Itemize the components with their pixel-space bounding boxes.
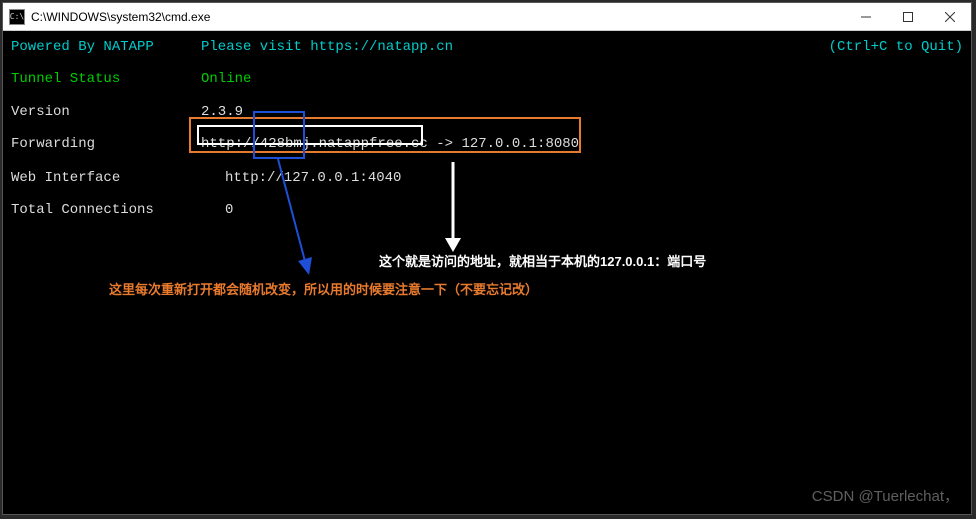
cmd-icon: C:\	[9, 9, 25, 25]
annotation-white-text: 这个就是访问的地址，就相当于本机的127.0.0.1：端口号	[379, 253, 706, 272]
label-forwarding: Forwarding	[11, 134, 201, 154]
row-powered: Powered By NATAPP Please visit https://n…	[11, 37, 963, 57]
annotation-orange-text: 这里每次重新打开都会随机改变，所以用的时候要注意一下（不要忘记改）	[109, 281, 538, 300]
close-button[interactable]	[929, 3, 971, 31]
title-bar[interactable]: C:\ C:\WINDOWS\system32\cmd.exe	[3, 3, 971, 31]
value-version: 2.3.9	[201, 102, 243, 122]
row-version: Version 2.3.9	[11, 102, 963, 122]
label-status: Tunnel Status	[11, 69, 201, 89]
row-forwarding: Forwarding http://428bmj.natappfree.cc -…	[11, 134, 963, 154]
value-web: http://127.0.0.1:4040	[201, 168, 401, 188]
value-forwarding-arrow: -> 127.0.0.1:8080	[428, 134, 579, 154]
value-powered: Please visit https://natapp.cn	[201, 37, 453, 57]
value-connections: 0	[201, 200, 233, 220]
label-version: Version	[11, 102, 201, 122]
watermark: CSDN @Tuerlechat，	[812, 486, 959, 508]
cmd-window: C:\ C:\WINDOWS\system32\cmd.exe (Ctrl+C …	[2, 2, 972, 515]
maximize-button[interactable]	[887, 3, 929, 31]
minimize-button[interactable]	[845, 3, 887, 31]
row-connections: Total Connections 0	[11, 200, 963, 220]
terminal-body: (Ctrl+C to Quit) Powered By NATAPP Pleas…	[3, 31, 971, 514]
value-status: Online	[201, 69, 251, 89]
label-powered: Powered By NATAPP	[11, 37, 201, 57]
row-web: Web Interface http://127.0.0.1:4040	[11, 168, 963, 188]
quit-hint: (Ctrl+C to Quit)	[829, 37, 963, 57]
label-web: Web Interface	[11, 168, 201, 188]
row-status: Tunnel Status Online	[11, 69, 963, 89]
label-connections: Total Connections	[11, 200, 201, 220]
window-title: C:\WINDOWS\system32\cmd.exe	[31, 10, 845, 24]
value-forwarding-url: http://428bmj.natappfree.cc	[201, 134, 428, 154]
